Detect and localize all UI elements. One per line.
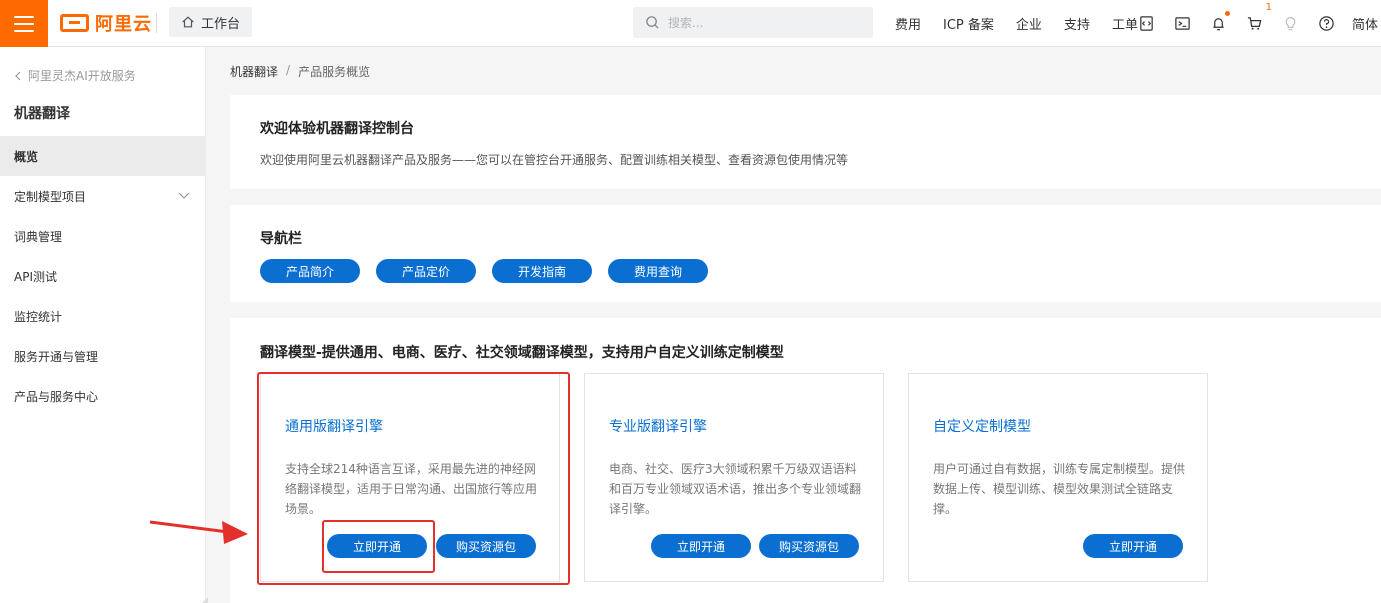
model-card-professional: 专业版翻译引擎 电商、社交、医疗3大领域积累千万级双语语料和百万专业领域双语术语… xyxy=(584,373,884,582)
hamburger-menu-button[interactable] xyxy=(0,0,48,47)
product-intro-button[interactable]: 产品简介 xyxy=(260,259,360,283)
models-panel-title: 翻译模型-提供通用、电商、医疗、社交领域翻译模型，支持用户自定义训练定制模型 xyxy=(260,345,784,361)
sidebar-item-service-management[interactable]: 服务开通与管理 xyxy=(0,336,206,376)
welcome-title: 欢迎体验机器翻译控制台 xyxy=(260,121,414,137)
cart-count-badge: 1 xyxy=(1265,2,1272,13)
annotation-arrow-icon xyxy=(150,520,248,544)
workbench-button[interactable]: 工作台 xyxy=(169,7,253,37)
model-card-description: 电商、社交、医疗3大领域积累千万级双语语料和百万专业领域双语术语，推出多个专业领… xyxy=(609,462,862,516)
back-link[interactable]: 阿里灵杰AI开放服务 xyxy=(14,67,136,84)
search-icon xyxy=(646,16,659,29)
breadcrumb-current: 产品服务概览 xyxy=(298,65,371,79)
buy-package-button[interactable]: 购买资源包 xyxy=(436,534,536,558)
lightbulb-icon[interactable] xyxy=(1281,14,1300,33)
sidebar-item-overview[interactable]: 概览 xyxy=(0,136,206,176)
models-panel: 翻译模型-提供通用、电商、医疗、社交领域翻译模型，支持用户自定义训练定制模型 通… xyxy=(230,318,1381,603)
aliyun-logo-icon xyxy=(60,14,89,32)
help-icon[interactable] xyxy=(1317,14,1336,33)
sidebar-title: 机器翻译 xyxy=(14,106,70,122)
sidebar-item-monitoring[interactable]: 监控统计 xyxy=(0,296,206,336)
code-icon[interactable] xyxy=(1137,14,1156,33)
notification-dot xyxy=(1225,11,1230,16)
menu-bar-icon xyxy=(14,29,34,32)
sidebar-item-label: 定制模型项目 xyxy=(14,189,87,204)
chevron-down-icon xyxy=(178,192,190,199)
aliyun-logo[interactable]: 阿里云 xyxy=(60,10,152,36)
bell-icon[interactable] xyxy=(1209,11,1230,33)
sidebar-item-label: 监控统计 xyxy=(14,309,63,324)
navigation-panel-title: 导航栏 xyxy=(260,231,302,247)
navigation-panel: 导航栏 产品简介 产品定价 开发指南 费用查询 xyxy=(230,205,1381,302)
sidebar-item-dictionary[interactable]: 词典管理 xyxy=(0,216,206,256)
model-card-description: 用户可通过自有数据，训练专属定制模型。提供数据上传、模型训练、模型效果测试全链路… xyxy=(933,462,1186,516)
nav-link-support[interactable]: 支持 xyxy=(1064,14,1090,33)
top-nav-icons: 1 xyxy=(1137,0,1336,47)
sidebar-item-product-center[interactable]: 产品与服务中心 xyxy=(0,376,206,416)
product-pricing-button[interactable]: 产品定价 xyxy=(376,259,476,283)
workbench-label: 工作台 xyxy=(201,16,241,32)
menu-bar-icon xyxy=(14,22,34,25)
nav-link-billing[interactable]: 费用 xyxy=(895,14,921,33)
language-switcher[interactable]: 简体 xyxy=(1352,14,1378,33)
logo-text: 阿里云 xyxy=(95,14,152,35)
welcome-description: 欢迎使用阿里云机器翻译产品及服务——您可以在管控台开通服务、配置训练相关模型、查… xyxy=(260,153,849,167)
activate-button[interactable]: 立即开通 xyxy=(651,534,751,558)
terminal-icon[interactable] xyxy=(1173,14,1192,33)
breadcrumb-separator: / xyxy=(286,63,291,77)
sidebar-item-label: API测试 xyxy=(14,269,57,284)
cart-icon[interactable]: 1 xyxy=(1245,2,1272,33)
divider xyxy=(156,13,157,33)
nav-link-icp[interactable]: ICP 备案 xyxy=(943,14,994,33)
activate-button[interactable]: 立即开通 xyxy=(1083,534,1183,558)
search-box[interactable] xyxy=(633,7,873,38)
sidebar-item-label: 服务开通与管理 xyxy=(14,349,99,364)
home-icon xyxy=(182,16,194,28)
dev-guide-button[interactable]: 开发指南 xyxy=(492,259,592,283)
model-card-description: 支持全球214种语言互译，采用最先进的神经网络翻译模型，适用于日常沟通、出国旅行… xyxy=(285,462,538,516)
model-card-title[interactable]: 自定义定制模型 xyxy=(933,416,1031,436)
top-navigation-bar: 阿里云 工作台 费用 ICP 备案 企业 支持 工单 1 xyxy=(0,0,1381,47)
chevron-left-icon xyxy=(15,71,21,80)
model-card-general: 通用版翻译引擎 支持全球214种语言互译，采用最先进的神经网络翻译模型，适用于日… xyxy=(260,373,560,582)
sidebar-item-label: 概览 xyxy=(14,149,39,164)
sidebar-collapse-handle[interactable] xyxy=(202,597,208,603)
activate-button[interactable]: 立即开通 xyxy=(327,534,427,558)
billing-query-button[interactable]: 费用查询 xyxy=(608,259,708,283)
search-input[interactable] xyxy=(668,15,848,30)
sidebar-item-api-test[interactable]: API测试 xyxy=(0,256,206,296)
menu-bar-icon xyxy=(14,15,34,18)
top-nav-links: 费用 ICP 备案 企业 支持 工单 xyxy=(895,0,1160,47)
welcome-panel: 欢迎体验机器翻译控制台 欢迎使用阿里云机器翻译产品及服务——您可以在管控台开通服… xyxy=(230,95,1381,189)
buy-package-button[interactable]: 购买资源包 xyxy=(759,534,859,558)
model-card-title[interactable]: 专业版翻译引擎 xyxy=(609,416,707,436)
nav-link-tickets[interactable]: 工单 xyxy=(1112,14,1138,33)
back-link-label: 阿里灵杰AI开放服务 xyxy=(28,69,136,83)
model-card-custom: 自定义定制模型 用户可通过自有数据，训练专属定制模型。提供数据上传、模型训练、模… xyxy=(908,373,1208,582)
model-card-title[interactable]: 通用版翻译引擎 xyxy=(285,416,383,436)
breadcrumb-root[interactable]: 机器翻译 xyxy=(230,63,278,80)
nav-link-enterprise[interactable]: 企业 xyxy=(1016,14,1042,33)
sidebar-item-custom-models[interactable]: 定制模型项目 xyxy=(0,176,206,216)
breadcrumb: 机器翻译 / 产品服务概览 xyxy=(230,63,370,80)
sidebar-item-label: 产品与服务中心 xyxy=(14,389,99,404)
sidebar-item-label: 词典管理 xyxy=(14,229,63,244)
